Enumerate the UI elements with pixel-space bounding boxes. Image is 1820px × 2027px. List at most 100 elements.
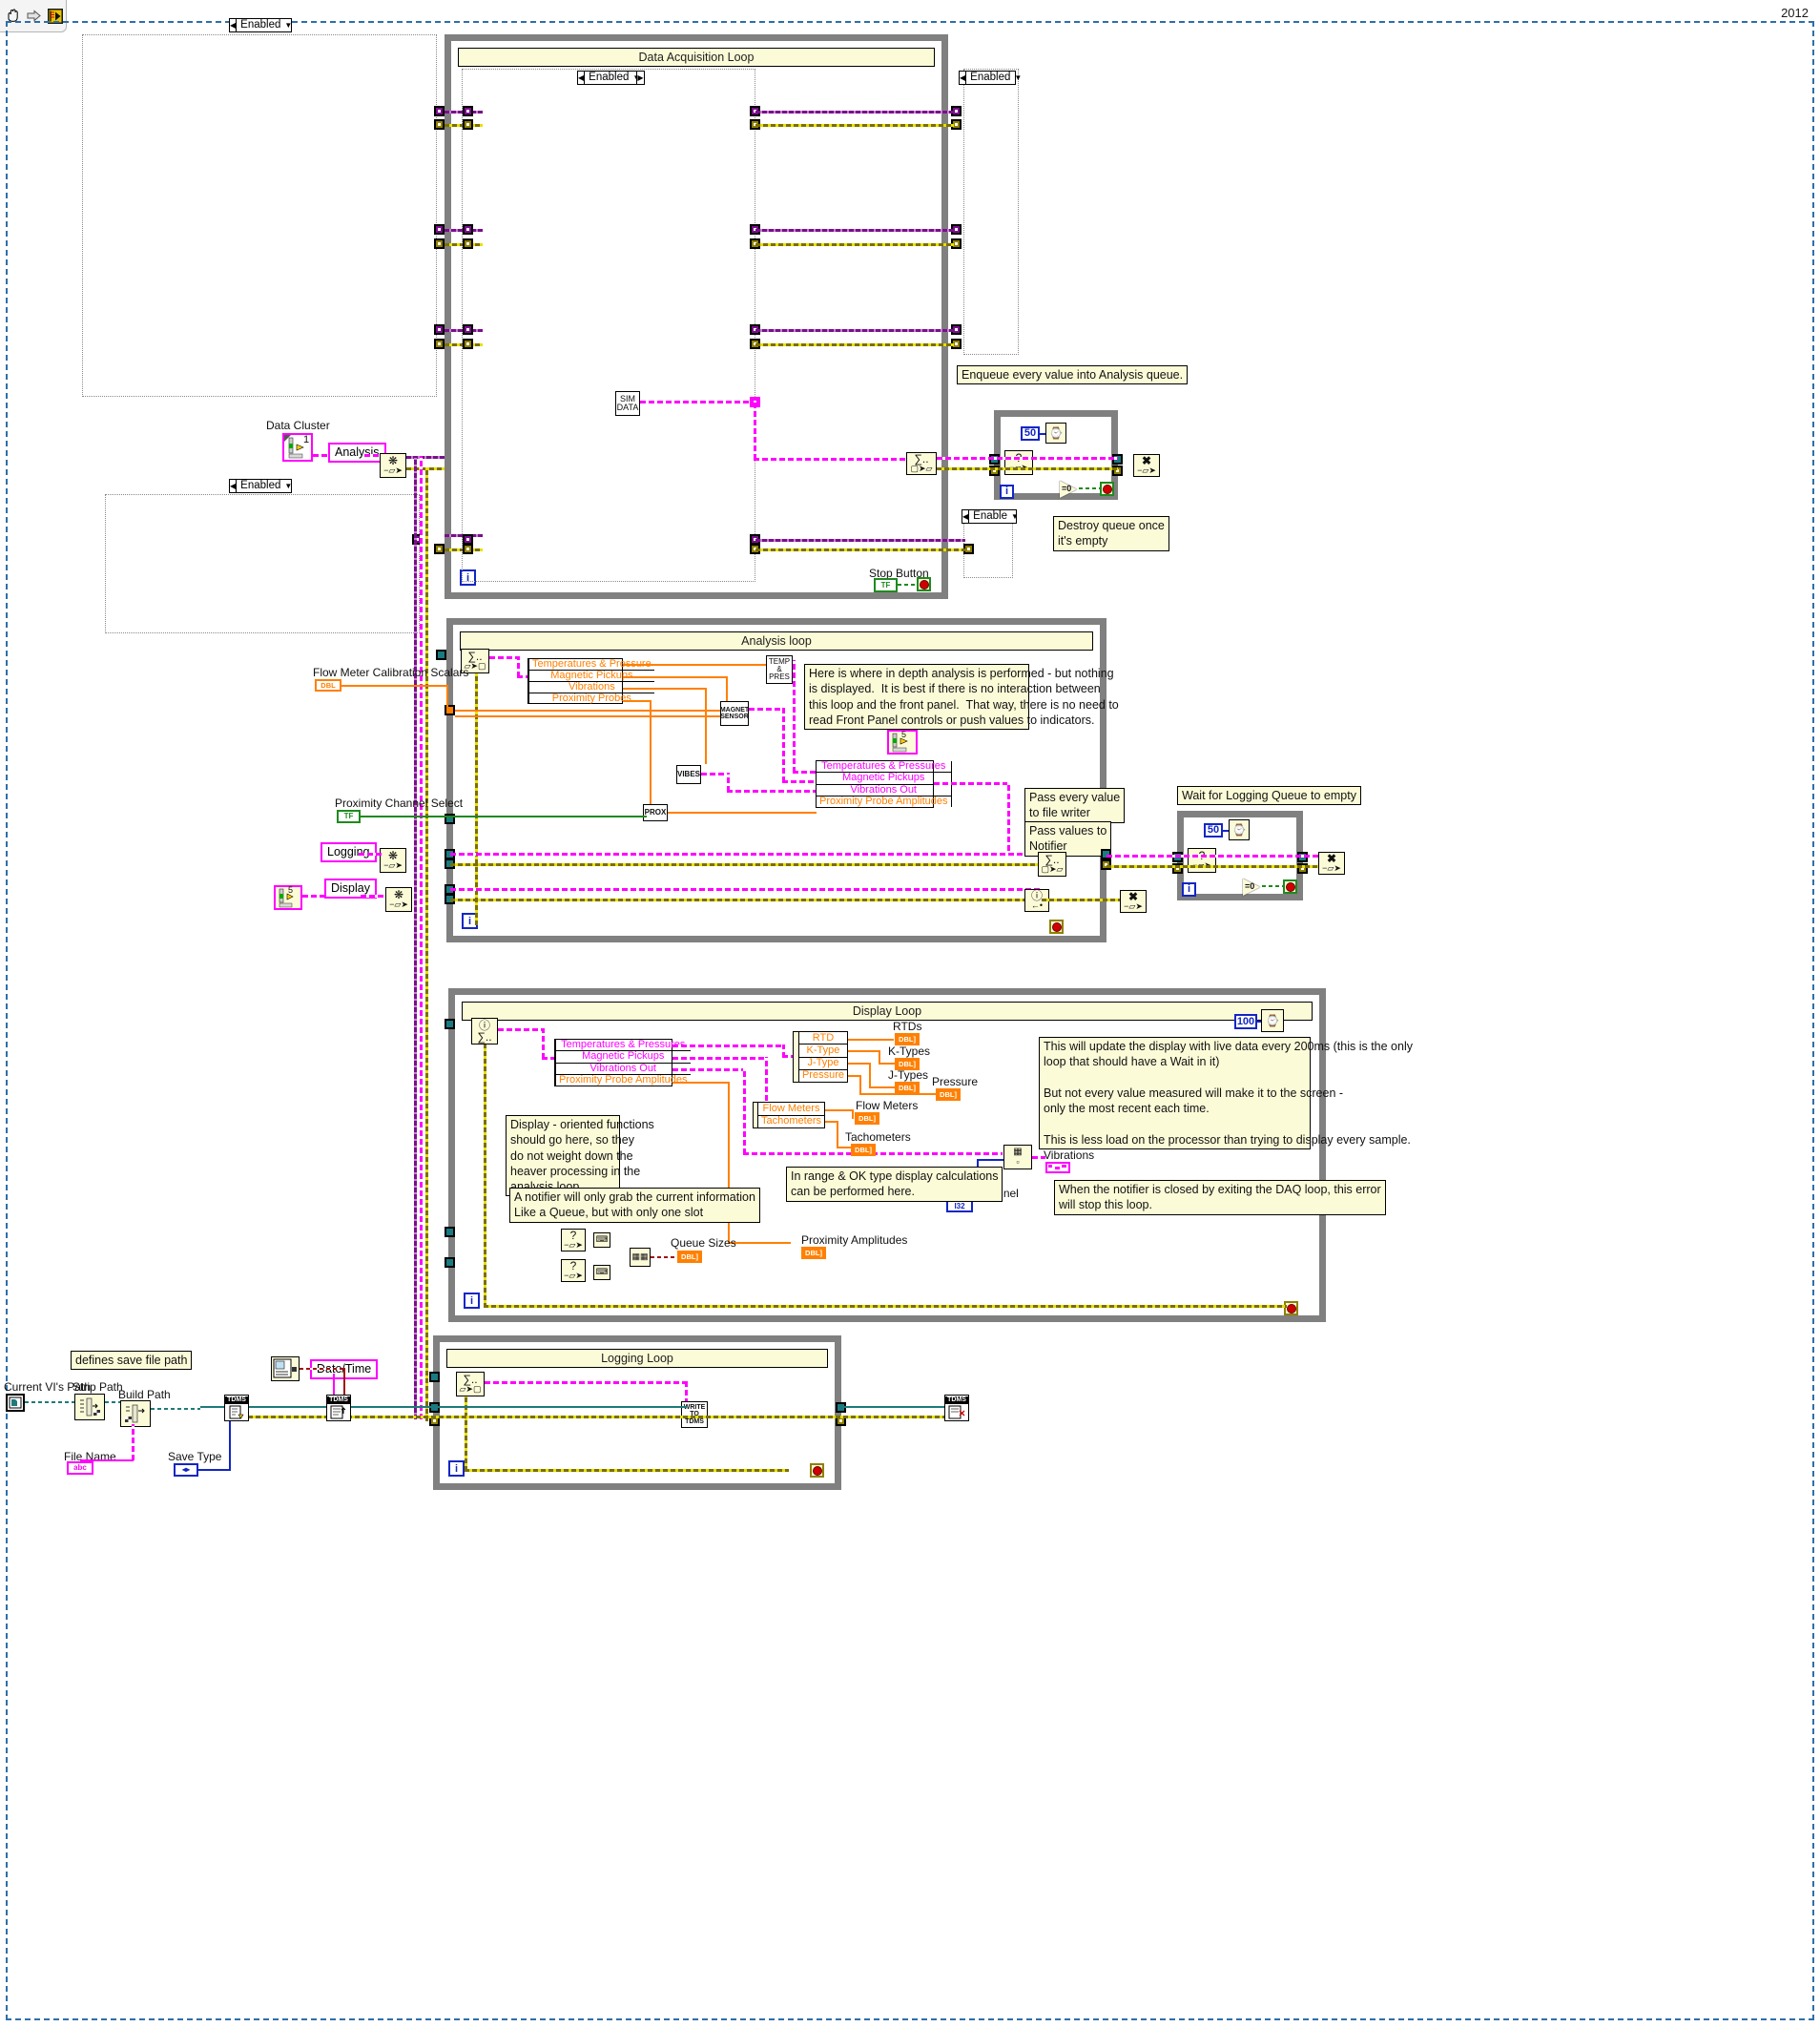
unbundle-by-name-analysis[interactable]: Temperatures & Pressure Magnetic Pickups… <box>527 658 654 704</box>
flow-meter-calibration-control[interactable]: DBL <box>315 679 341 692</box>
temp-pres-subvi[interactable]: TEMP & PRES <box>766 655 793 684</box>
get-date-time-function[interactable] <box>271 1356 300 1381</box>
release-queue-function[interactable]: ✖ −▱➤ <box>1318 852 1345 875</box>
unbundle-temperature-cluster[interactable]: RTD K-Type J-Type Pressure <box>793 1031 848 1083</box>
wire-purple <box>406 456 445 459</box>
enqueue-element-function[interactable]: ∑.. ▢➤▱ <box>906 452 937 475</box>
wait-constant-50[interactable]: 50 <box>1021 426 1040 441</box>
bundle-row: Pressure <box>801 1069 844 1082</box>
release-glyph: −▱➤ <box>1124 901 1143 912</box>
tdms-set-properties-function[interactable]: TDMS <box>326 1395 351 1421</box>
loop-tunnel <box>434 224 445 235</box>
stop-button-terminal[interactable]: TF <box>874 578 898 592</box>
pressure-indicator[interactable]: DBL] <box>936 1088 961 1101</box>
current-vi-path-function[interactable] <box>6 1394 25 1412</box>
loop-tunnel <box>434 324 445 335</box>
hand-tool-icon[interactable] <box>4 7 22 25</box>
to-double-conversion2[interactable]: ⌨ <box>593 1265 610 1280</box>
labview-run-icon[interactable] <box>46 7 64 25</box>
tdms-open-function[interactable]: TDMS <box>224 1395 249 1421</box>
wire-magenta <box>934 782 1010 785</box>
bundle-by-name-analysis-out[interactable]: Temperatures & Pressures Magnetic Pickup… <box>816 760 952 808</box>
prev-case-arrow-icon[interactable]: ◀ <box>230 19 238 31</box>
toolbar[interactable] <box>0 0 67 32</box>
get-queue-status-display1[interactable]: ? −▱➤ <box>561 1229 586 1251</box>
queue-sizes-indicator[interactable]: DBL] <box>677 1251 702 1263</box>
save-type-control[interactable]: ◂▸ <box>174 1463 198 1477</box>
prox-subvi[interactable]: PROX <box>643 804 668 821</box>
tachometers-indicator[interactable]: DBL] <box>851 1144 876 1156</box>
to-double-conversion1[interactable]: ⌨ <box>593 1232 610 1248</box>
wait-constant-100[interactable]: 100 <box>1234 1014 1257 1029</box>
index-array-vibes[interactable]: ▦ ▫ <box>1003 1145 1032 1169</box>
get-queue-status-display2[interactable]: ? −▱➤ <box>561 1259 586 1282</box>
chevron-down-icon[interactable]: ▼ <box>284 19 295 31</box>
enabled-selector-left2[interactable]: ◀ Enabled ▼ <box>229 479 292 493</box>
wait-ms-function[interactable]: ⌚ <box>1045 423 1066 444</box>
wire-olive <box>484 1045 486 1308</box>
loop-tunnel <box>434 119 445 130</box>
file-name-control[interactable]: abc <box>67 1461 93 1475</box>
chevron-down-icon[interactable]: ▼ <box>1014 72 1024 84</box>
display-loop-stop-terminal <box>1284 1301 1298 1315</box>
enabled-selector-daq-right[interactable]: ◀ Enabled ▼ <box>959 71 1022 85</box>
wait-on-notification-function[interactable]: ⓘ ∑.. <box>471 1018 498 1045</box>
bundle-row: K-Type <box>798 1045 847 1058</box>
enable-selector-daq-small[interactable]: ◀ Enable ▼ <box>962 509 1019 524</box>
enqueue-glyph: ▢➤▱ <box>910 464 933 474</box>
release-queue-function[interactable]: ✖ −▱➤ <box>1133 454 1160 477</box>
obtain-queue-function-logging[interactable]: ❋ −▱➤ <box>380 848 406 873</box>
wait-ms-function[interactable]: ⌚ <box>1261 1009 1284 1032</box>
enqueue-element-logging[interactable]: ∑.. ▢➤▱ <box>1038 852 1066 877</box>
get-queue-status-function[interactable]: ? −▱➤ <box>1004 450 1033 475</box>
wire-orange <box>848 1063 871 1065</box>
prev-case-arrow-icon[interactable]: ◀ <box>230 480 238 492</box>
release-notifier-function[interactable]: ✖ −▱➤ <box>1120 890 1147 913</box>
unbundle-magnetic-cluster[interactable]: Flow Meters Tachometers <box>753 1102 825 1128</box>
proximity-channel-control[interactable]: TF <box>337 810 361 823</box>
prev-case-arrow-icon[interactable]: ◀ <box>960 72 967 84</box>
comment-enqueue: Enqueue every value into Analysis queue. <box>957 365 1189 385</box>
vibrations-label: Vibrations <box>1044 1148 1095 1162</box>
arrow-right-icon[interactable] <box>25 7 43 25</box>
bundle-row: J-Type <box>798 1058 847 1070</box>
iteration-terminal-small: i <box>1000 485 1014 499</box>
prev-case-arrow-icon[interactable]: ◀ <box>962 510 970 523</box>
enabled-selector-daq-inner[interactable]: ◀ Enabled ▼ <box>577 71 640 85</box>
tdms-label: TDMS <box>225 1396 248 1404</box>
chevron-down-icon[interactable]: ▼ <box>284 480 295 492</box>
build-array-function[interactable]: ▦▦ <box>630 1248 651 1267</box>
unbundle-by-name-display[interactable]: Temperatures & Pressures Magnetic Pickup… <box>554 1039 691 1086</box>
wire-orange <box>623 664 766 666</box>
chevron-down-icon[interactable]: ▼ <box>1011 510 1022 523</box>
vibrations-graph-indicator[interactable] <box>1045 1162 1070 1173</box>
vibes-channel-control[interactable]: I32 <box>946 1200 973 1212</box>
wire-magenta <box>782 708 785 782</box>
wire-magenta <box>517 656 520 677</box>
wire-orange <box>837 1147 852 1148</box>
wait-ms-function[interactable]: ⌚ <box>1229 819 1250 840</box>
tdms-close-function[interactable]: TDMS <box>944 1395 969 1421</box>
vibes-subvi[interactable]: VIBES <box>676 765 701 784</box>
obtain-queue-function-analysis[interactable]: ❋ −▱➤ <box>380 453 406 478</box>
wire-olive <box>465 1469 789 1472</box>
wire-orange <box>869 1086 896 1088</box>
next-case-arrow-icon[interactable]: ▶ <box>636 71 645 85</box>
obtain-notifier-function[interactable]: ❋ −▱➤ <box>385 887 412 912</box>
sim-data-subvi[interactable]: SIM DATA <box>615 391 640 416</box>
dequeue-element-logging[interactable]: ∑.. ▱➤▢ <box>456 1372 485 1396</box>
prev-case-arrow-icon[interactable]: ◀ <box>578 72 586 84</box>
build-path-function[interactable] <box>120 1400 151 1427</box>
flow-meters-indicator[interactable]: DBL] <box>855 1112 879 1125</box>
strip-path-function[interactable] <box>74 1394 105 1420</box>
enabled-selector-topleft[interactable]: ◀ Enabled ▼ <box>229 18 292 32</box>
loop-tunnel <box>463 106 473 116</box>
bundle-row: Magnetic Pickups <box>817 773 951 785</box>
wire-olive <box>755 243 954 246</box>
get-queue-status-function[interactable]: ? −▱➤ <box>1188 848 1216 873</box>
magnet-sensor-subvi[interactable]: MAGNET SENSOR <box>720 701 749 726</box>
wire-olive <box>248 1416 944 1418</box>
enqueue-glyph: ▢➤▱ <box>1041 864 1064 875</box>
wait-constant-50[interactable]: 50 <box>1204 823 1223 838</box>
proximity-amplitudes-indicator[interactable]: DBL] <box>801 1247 826 1259</box>
